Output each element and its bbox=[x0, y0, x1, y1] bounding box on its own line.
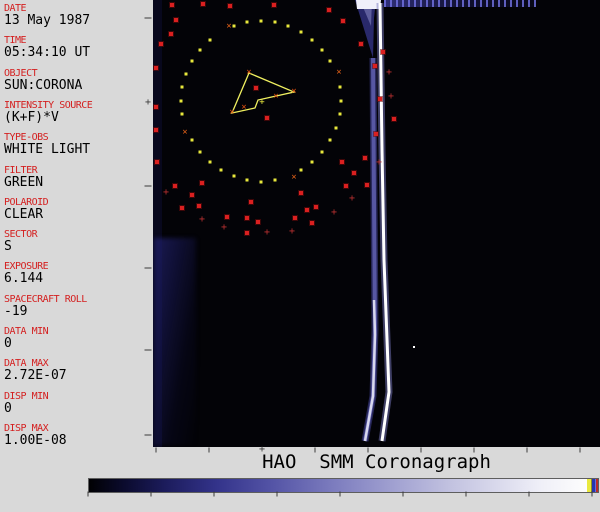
field-value: WHITE LIGHT bbox=[4, 143, 152, 157]
image-overlay-graphics bbox=[153, 0, 600, 447]
metadata-field: POLAROID CLEAR bbox=[4, 197, 152, 222]
field-label: SECTOR bbox=[4, 229, 152, 240]
field-value: S bbox=[4, 240, 152, 254]
field-value: CLEAR bbox=[4, 208, 152, 222]
metadata-field: DATA MIN 0 bbox=[4, 326, 152, 351]
field-value: 6.144 bbox=[4, 272, 152, 286]
metadata-field: INTENSITY SOURCE (K+F)*V bbox=[4, 100, 152, 125]
field-value: SUN:CORONA bbox=[4, 79, 152, 93]
page-title: HAO SMM Coronagraph bbox=[153, 451, 600, 473]
field-value: -19 bbox=[4, 305, 152, 319]
colorbar bbox=[88, 478, 599, 493]
metadata-field: DATA MAX 2.72E-07 bbox=[4, 358, 152, 383]
field-value: 13 May 1987 bbox=[4, 14, 152, 28]
field-label: DISP MIN bbox=[4, 391, 152, 402]
metadata-field: SECTOR S bbox=[4, 229, 152, 254]
field-label: DATA MIN bbox=[4, 326, 152, 337]
field-value: 05:34:10 UT bbox=[4, 46, 152, 60]
metadata-field: DISP MIN 0 bbox=[4, 391, 152, 416]
metadata-field: SPACECRAFT ROLL -19 bbox=[4, 294, 152, 319]
metadata-field: OBJECT SUN:CORONA bbox=[4, 68, 152, 93]
metadata-field: FILTER GREEN bbox=[4, 165, 152, 190]
coronagraph-image-display[interactable]: ++++++++++ ×××× ××××× + bbox=[153, 0, 600, 447]
metadata-sidebar: DATE 13 May 1987 TIME 05:34:10 UT OBJECT… bbox=[0, 0, 153, 447]
metadata-field: TIME 05:34:10 UT bbox=[4, 35, 152, 60]
metadata-field: DISP MAX 1.00E-08 bbox=[4, 423, 152, 448]
field-value: 1.00E-08 bbox=[4, 434, 152, 448]
metadata-field: DATE 13 May 1987 bbox=[4, 3, 152, 28]
field-value: 0 bbox=[4, 402, 152, 416]
field-value: 2.72E-07 bbox=[4, 369, 152, 383]
metadata-field: TYPE-OBS WHITE LIGHT bbox=[4, 132, 152, 157]
metadata-field: EXPOSURE 6.144 bbox=[4, 261, 152, 286]
coronagraph-viewer-window: DATE 13 May 1987 TIME 05:34:10 UT OBJECT… bbox=[0, 0, 600, 512]
field-value: GREEN bbox=[4, 176, 152, 190]
pointing-polygon bbox=[232, 73, 294, 113]
field-value: (K+F)*V bbox=[4, 111, 152, 125]
field-value: 0 bbox=[4, 337, 152, 351]
